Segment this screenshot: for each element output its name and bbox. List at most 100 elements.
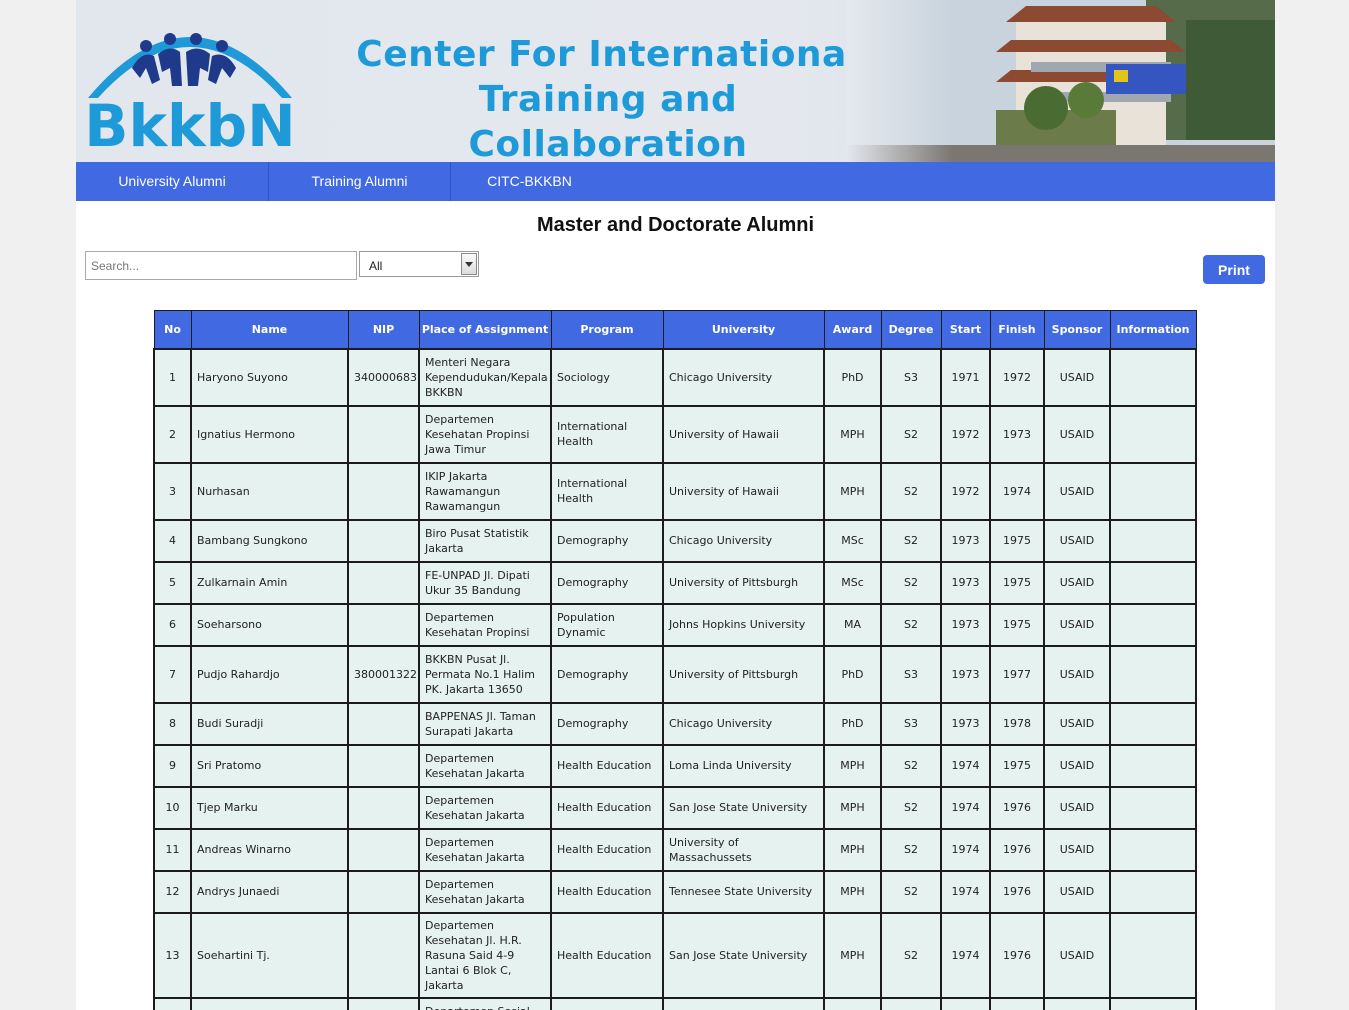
- cell-program: International Health: [550, 461, 664, 521]
- cell-university: Michigan University: [662, 996, 825, 1010]
- column-header-program: Program: [550, 310, 664, 350]
- column-header-university: University: [662, 310, 825, 350]
- cell-start: 1974: [940, 827, 991, 872]
- cell-no: 14: [153, 996, 192, 1010]
- cell-finish: 1976: [989, 869, 1045, 914]
- cell-degree: S2: [880, 869, 942, 914]
- cell-sponsor: USAID: [1043, 785, 1111, 830]
- cell-nip: [347, 996, 420, 1010]
- cell-degree: S2: [880, 461, 942, 521]
- cell-name: Ignatius Hermono: [190, 404, 349, 464]
- cell-program: Health Education: [550, 827, 664, 872]
- cell-finish: 1975: [989, 743, 1045, 788]
- cell-information: [1109, 518, 1197, 563]
- cell-award: MPH: [823, 404, 882, 464]
- table-row: 2 Ignatius Hermono Departemen Kesehatan Pr…: [153, 404, 1197, 464]
- cell-degree: S2: [880, 560, 942, 605]
- page: BkkbN Center For International Training …: [76, 0, 1275, 1010]
- cell-place-of-assignment: BKKBN Pusat Jl. Permata No.1 Halim PK. J…: [418, 644, 552, 704]
- cell-nip: [347, 869, 420, 914]
- cell-start: 1974: [940, 911, 991, 999]
- cell-university: Johns Hopkins University: [662, 602, 825, 647]
- cell-name: Bambang Sungkono: [190, 518, 349, 563]
- nav-training-alumni[interactable]: Training Alumni: [269, 162, 451, 201]
- table-header-row: No Name NIP Place of Assignment Program Unive…: [153, 310, 1197, 350]
- cell-information: [1109, 461, 1197, 521]
- cell-name: Haryono Suyono: [190, 347, 349, 407]
- building-photo: [846, 0, 1275, 162]
- filter-select[interactable]: All: [359, 251, 479, 277]
- cell-sponsor: USAID: [1043, 602, 1111, 647]
- column-header-finish: Finish: [989, 310, 1045, 350]
- nav-citc-bkkbn[interactable]: CITC-BKKBN: [451, 162, 608, 201]
- column-header-start: Start: [940, 310, 991, 350]
- cell-nip: [347, 743, 420, 788]
- cell-program: Health Education: [550, 743, 664, 788]
- cell-finish: 1978: [989, 701, 1045, 746]
- cell-name: Soeharsono: [190, 602, 349, 647]
- cell-sponsor: USAID: [1043, 743, 1111, 788]
- cell-place-of-assignment: FE-UNPAD Jl. Dipati Ukur 35 Bandung: [418, 560, 552, 605]
- cell-information: [1109, 869, 1197, 914]
- column-header-name: Name: [190, 310, 349, 350]
- cell-award: MPH: [823, 911, 882, 999]
- nav-university-alumni[interactable]: University Alumni: [76, 162, 269, 201]
- cell-no: 11: [153, 827, 192, 872]
- cell-no: 1: [153, 347, 192, 407]
- table-row: 11 Andreas Winarno Departemen Kesehatan Ja…: [153, 827, 1197, 872]
- bkkbn-logo[interactable]: BkkbN: [84, 6, 296, 152]
- table-row: 13 Soehartini Tj. Departemen Kesehatan Jl.…: [153, 911, 1197, 999]
- cell-sponsor: USAID: [1043, 911, 1111, 999]
- cell-nip: [347, 827, 420, 872]
- cell-information: [1109, 602, 1197, 647]
- cell-nip: [347, 785, 420, 830]
- cell-program: Demography: [550, 644, 664, 704]
- cell-degree: S3: [880, 347, 942, 407]
- cell-start: 1973: [940, 518, 991, 563]
- cell-finish: 1972: [989, 347, 1045, 407]
- cell-degree: S2: [880, 602, 942, 647]
- cell-program: International Health: [550, 404, 664, 464]
- cell-name: Andreas Winarno: [190, 827, 349, 872]
- cell-finish: 1976: [989, 827, 1045, 872]
- chevron-down-icon[interactable]: [461, 253, 477, 275]
- print-button[interactable]: Print: [1203, 255, 1265, 284]
- cell-no: 2: [153, 404, 192, 464]
- cell-university: University of Pittsburgh: [662, 644, 825, 704]
- column-header-nip: NIP: [347, 310, 420, 350]
- banner-title: Center For International Training and Co…: [338, 32, 878, 162]
- cell-award: PhD: [823, 347, 882, 407]
- cell-no: 6: [153, 602, 192, 647]
- cell-name: Tjep Marku: [190, 785, 349, 830]
- cell-start: 1971: [940, 347, 991, 407]
- cell-finish: 1977: [989, 644, 1045, 704]
- table-row: 7 Pudjo Rahardjo 380001322 BKKBN Pusat Jl. …: [153, 644, 1197, 704]
- cell-place-of-assignment: IKIP Jakarta Rawamangun Rawamangun: [418, 461, 552, 521]
- search-input[interactable]: [85, 251, 357, 280]
- cell-degree: S3: [880, 701, 942, 746]
- cell-award: PhD: [823, 701, 882, 746]
- cell-no: 4: [153, 518, 192, 563]
- cell-no: 5: [153, 560, 192, 605]
- cell-degree: S2: [880, 404, 942, 464]
- cell-sponsor: USAID: [1043, 461, 1111, 521]
- cell-finish: 1975: [989, 602, 1045, 647]
- table-row: 4 Bambang Sungkono Biro Pusat Statistik Ja…: [153, 518, 1197, 563]
- cell-name: Cholil Soelaeman: [190, 996, 349, 1010]
- cell-nip: 340000683: [347, 347, 420, 407]
- column-header-place-of-assignment: Place of Assignment: [418, 310, 552, 350]
- banner-title-line2: Training and Collaboration: [468, 79, 748, 162]
- cell-degree: S2: [880, 518, 942, 563]
- cell-degree: S2: [880, 911, 942, 999]
- cell-sponsor: USAID: [1043, 996, 1111, 1010]
- cell-university: Chicago University: [662, 701, 825, 746]
- cell-degree: S2: [880, 996, 942, 1010]
- main-nav: University Alumni Training Alumni CITC-B…: [76, 162, 1275, 201]
- cell-university: Chicago University: [662, 347, 825, 407]
- cell-place-of-assignment: Menteri Negara Kependudukan/Kepala BKKBN: [418, 347, 552, 407]
- table-row: 3 Nurhasan IKIP Jakarta Rawamangun Rawaman…: [153, 461, 1197, 521]
- cell-start: 1974: [940, 996, 991, 1010]
- cell-finish: 1975: [989, 518, 1045, 563]
- cell-place-of-assignment: Biro Pusat Statistik Jakarta: [418, 518, 552, 563]
- table-row: 10 Tjep Marku Departemen Kesehatan Jakarta…: [153, 785, 1197, 830]
